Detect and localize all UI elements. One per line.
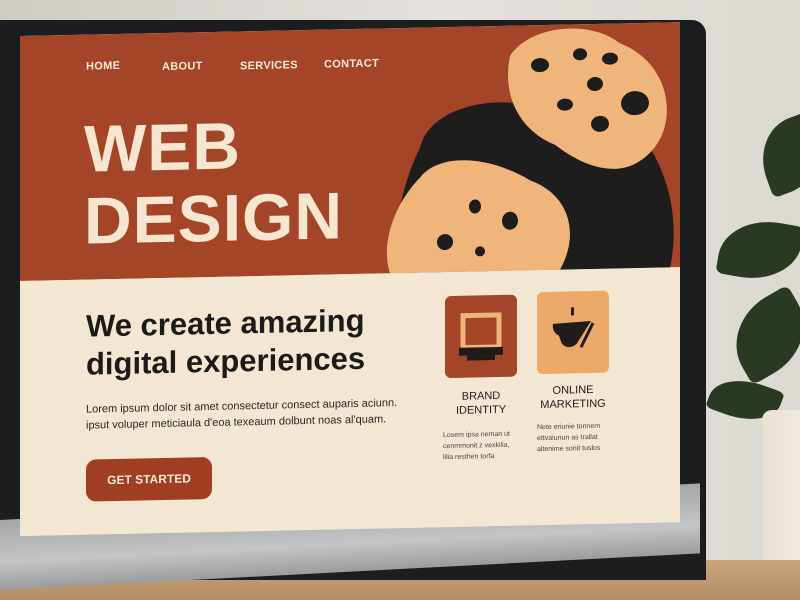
brand-identity-title: BRAND IDENTITY <box>431 388 531 418</box>
abstract-blob-illustration <box>386 28 674 274</box>
brand-title-line2: IDENTITY <box>455 403 507 417</box>
content-section: We create amazing digital experiences Lo… <box>20 267 680 536</box>
intro-paragraph: Lorem ipsum dolor sit amet consectetur c… <box>86 395 406 434</box>
megaphone-icon <box>552 307 595 348</box>
website-screen: HOME ABOUT SERVICES CONTACT WEB DESIGN W… <box>20 22 680 536</box>
brand-desc-line3: lilia resthen torfa <box>443 453 495 462</box>
hero-title-line2: DESIGN <box>84 178 344 258</box>
hero-title-line1: WEB <box>84 108 241 186</box>
hero-title: WEB DESIGN <box>84 107 344 258</box>
online-marketing-title: ONLINE MARKETING <box>523 382 623 412</box>
nav-services-link[interactable]: SERVICES <box>240 59 298 72</box>
plant-pot <box>762 410 800 570</box>
online-marketing-description: Nete eriunie tonnem ettvaiunun as tralla… <box>537 420 623 455</box>
online-marketing-tile[interactable] <box>537 290 609 375</box>
nav-about-link[interactable]: ABOUT <box>162 60 203 73</box>
brand-identity-description: Losem ipsa neman ut cenmmonit z vexkilia… <box>443 428 529 463</box>
monitor-frame-icon <box>459 312 503 361</box>
hero-section: HOME ABOUT SERVICES CONTACT WEB DESIGN <box>20 22 680 282</box>
headline-line2: digital experiences <box>86 340 366 382</box>
marketing-title-line2: MARKETING <box>540 397 606 412</box>
marketing-desc-line3: altenime sonit tuslos <box>537 444 601 454</box>
main-headline: We create amazing digital experiences <box>86 301 416 384</box>
nav-home-link[interactable]: HOME <box>86 60 120 73</box>
get-started-button[interactable]: GET STARTED <box>86 456 212 502</box>
brand-identity-tile[interactable] <box>445 294 517 379</box>
nav-contact-link[interactable]: CONTACT <box>324 57 379 70</box>
